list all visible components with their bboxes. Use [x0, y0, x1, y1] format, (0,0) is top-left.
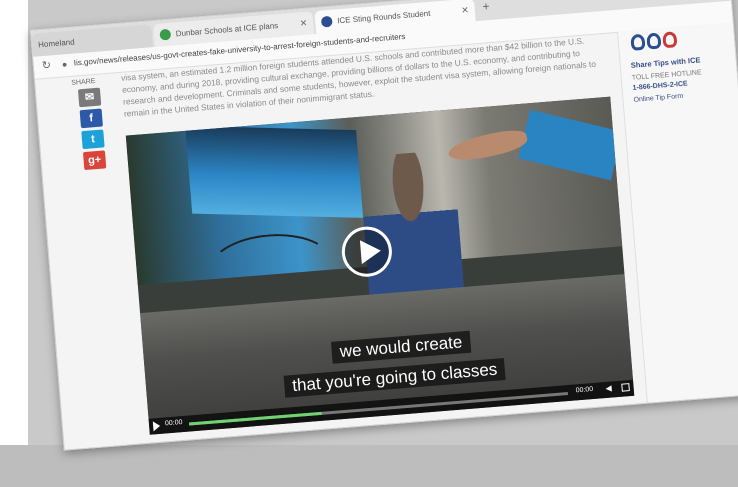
tip-title: Share Tips with ICE: [630, 55, 701, 70]
twitter-share-button[interactable]: t: [81, 129, 105, 150]
logo-letter: [646, 32, 662, 50]
volume-icon[interactable]: ◀: [605, 384, 612, 393]
email-share-button[interactable]: ✉: [77, 87, 102, 108]
new-tab-icon[interactable]: +: [482, 0, 490, 14]
facebook-share-button[interactable]: f: [79, 108, 103, 129]
play-icon: [359, 238, 382, 265]
reload-icon[interactable]: ↻: [41, 58, 51, 72]
lock-icon: ●: [61, 59, 68, 70]
right-sidebar: Share Tips with ICE TOLL FREE HOTLINE 1-…: [617, 22, 738, 403]
control-play-icon[interactable]: [152, 420, 161, 432]
total-time: 00:00: [575, 386, 594, 395]
tip-phone-link[interactable]: 1-866-DHS-2-ICE: [632, 80, 688, 91]
tab-label: Dunbar Schools at ICE plans: [175, 21, 279, 39]
close-tab-icon[interactable]: ✕: [460, 0, 469, 22]
close-tab-icon[interactable]: ✕: [299, 12, 308, 36]
video-player[interactable]: we would create that you're going to cla…: [125, 96, 635, 435]
share-panel: SHARE ✉ f t g+: [71, 76, 120, 171]
logo-letter: [662, 31, 678, 49]
background-strip: [0, 445, 738, 487]
site-favicon-icon: [320, 15, 333, 28]
online-tip-form-link[interactable]: Online Tip Form: [633, 93, 683, 104]
tab-label: ICE Sting Rounds Student: [336, 8, 431, 26]
fullscreen-icon[interactable]: [621, 383, 630, 392]
google-share-button[interactable]: g+: [82, 150, 107, 171]
share-label: SHARE: [71, 77, 96, 87]
video-monitor: [185, 125, 364, 218]
site-favicon-icon: [159, 28, 172, 41]
current-time: 00:00: [164, 419, 183, 428]
progress-fill: [188, 411, 322, 426]
tab-label: Homeland: [37, 37, 75, 50]
tollfree-label: TOLL FREE HOTLINE: [631, 69, 702, 82]
logo-letter: [630, 33, 646, 51]
screen-photo: Homeland Dunbar Schools at ICE plans ✕ I…: [30, 0, 738, 451]
ice-logo: [630, 31, 680, 56]
